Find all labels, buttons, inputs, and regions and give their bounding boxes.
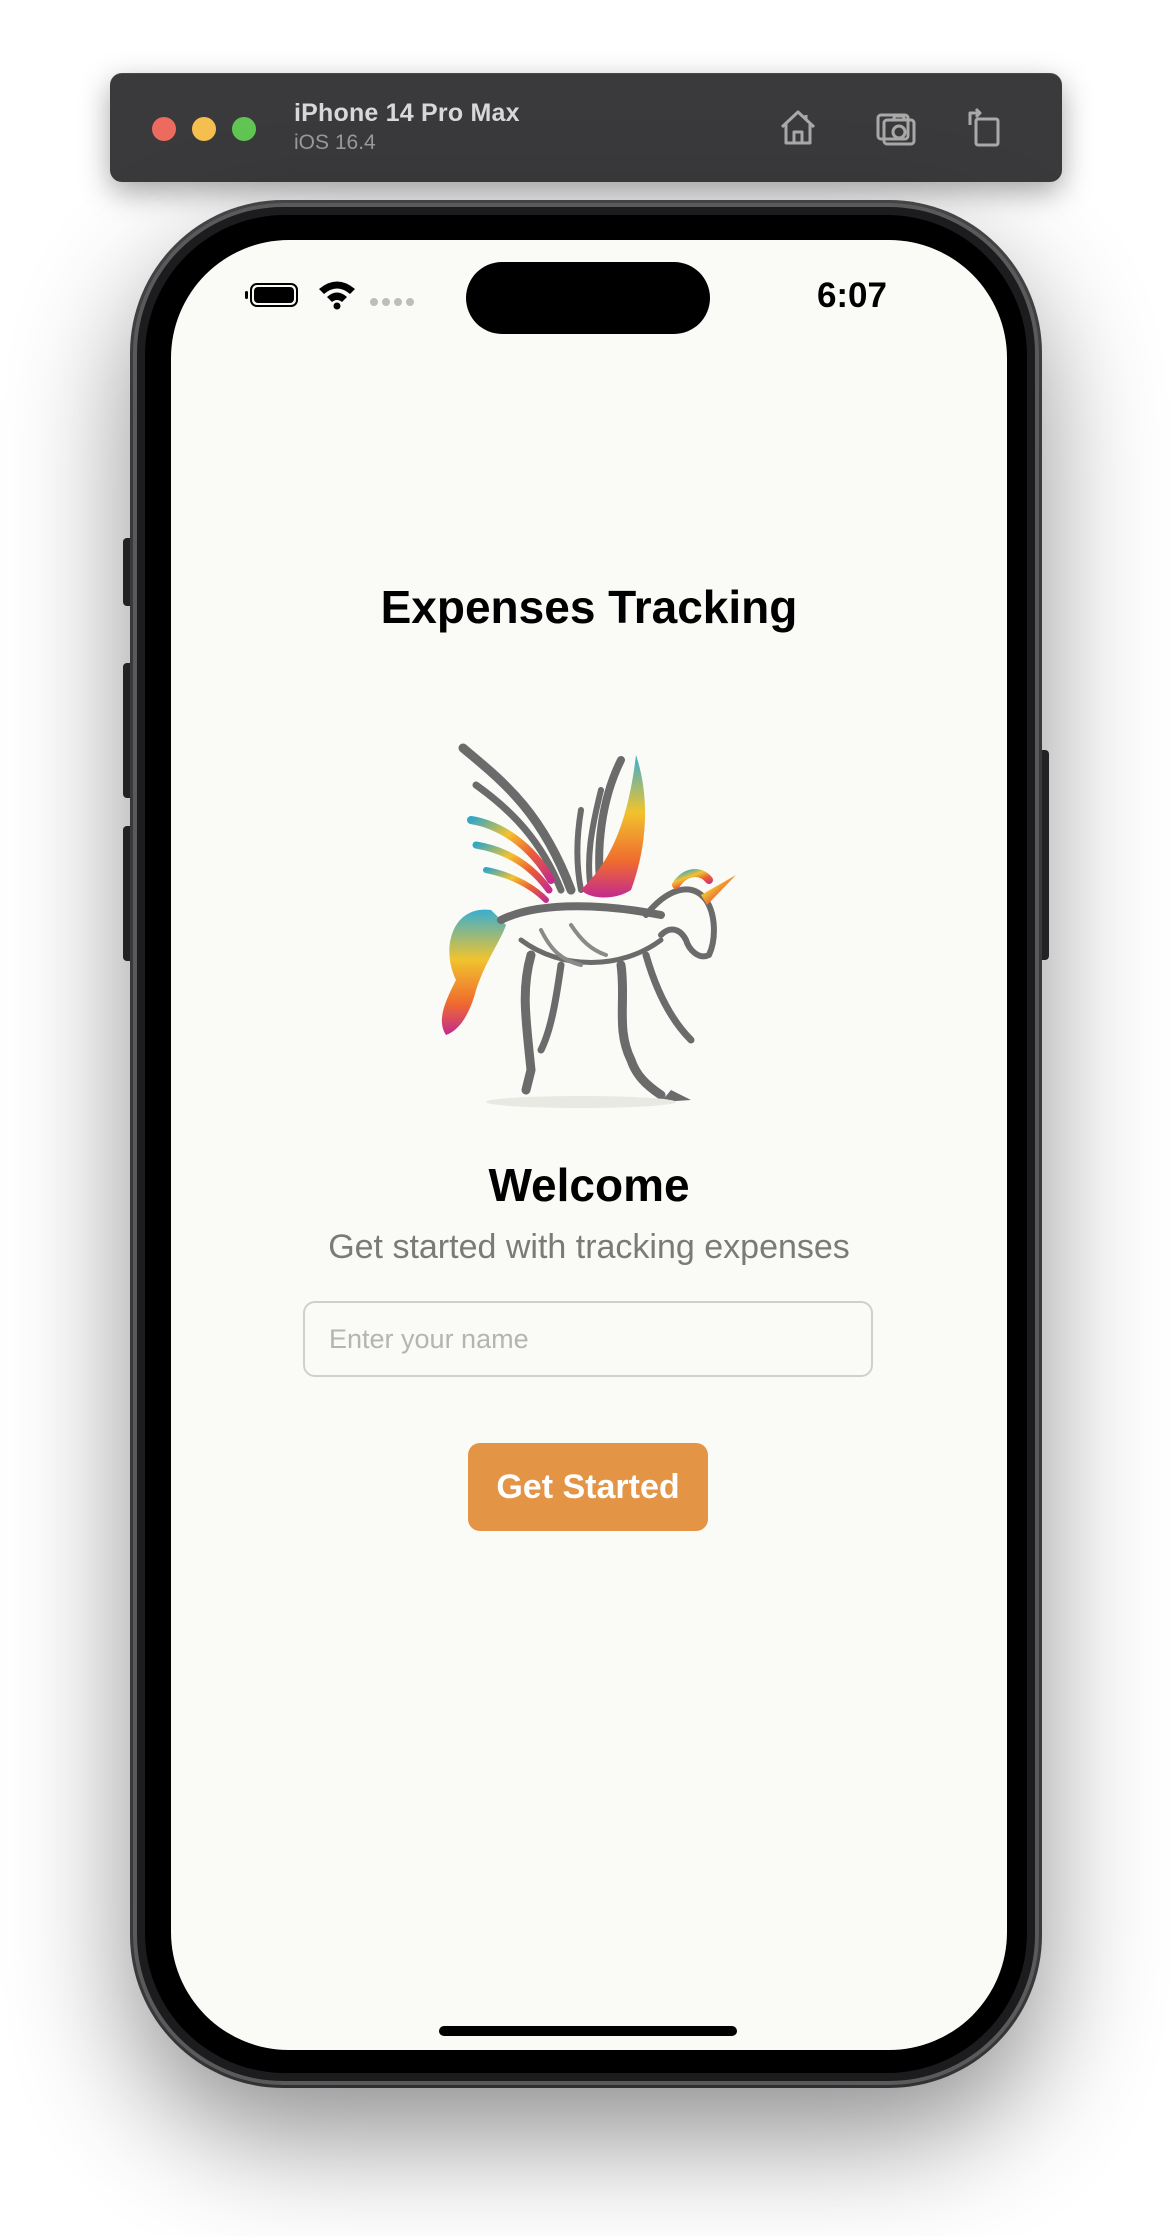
battery-icon [245, 283, 298, 307]
zoom-window-button[interactable] [232, 117, 256, 141]
close-window-button[interactable] [152, 117, 176, 141]
wifi-icon [319, 281, 355, 310]
dynamic-island [466, 262, 710, 334]
status-time: 6:07 [816, 276, 887, 315]
cellular-signal-icon [370, 298, 414, 306]
get-started-button[interactable]: Get Started [468, 1443, 708, 1531]
rotate-icon[interactable] [962, 103, 1010, 151]
home-icon[interactable] [774, 103, 822, 151]
welcome-subtitle: Get started with tracking expenses [328, 1228, 850, 1266]
device-name: iPhone 14 Pro Max [294, 99, 520, 127]
screenshot-icon[interactable] [872, 103, 920, 151]
pegasus-unicorn-logo [441, 743, 736, 1108]
home-indicator[interactable] [439, 2026, 737, 2036]
minimize-window-button[interactable] [192, 117, 216, 141]
page-title: Expenses Tracking [380, 581, 798, 633]
name-input[interactable] [303, 1301, 873, 1377]
simulator-title-bar: iPhone 14 Pro Max iOS 16.4 [110, 73, 1062, 182]
os-version: iOS 16.4 [294, 131, 376, 154]
phone-screen: 6:07 Expenses Tracking Welcome Get start… [171, 240, 1007, 2050]
welcome-heading: Welcome [488, 1159, 690, 1211]
